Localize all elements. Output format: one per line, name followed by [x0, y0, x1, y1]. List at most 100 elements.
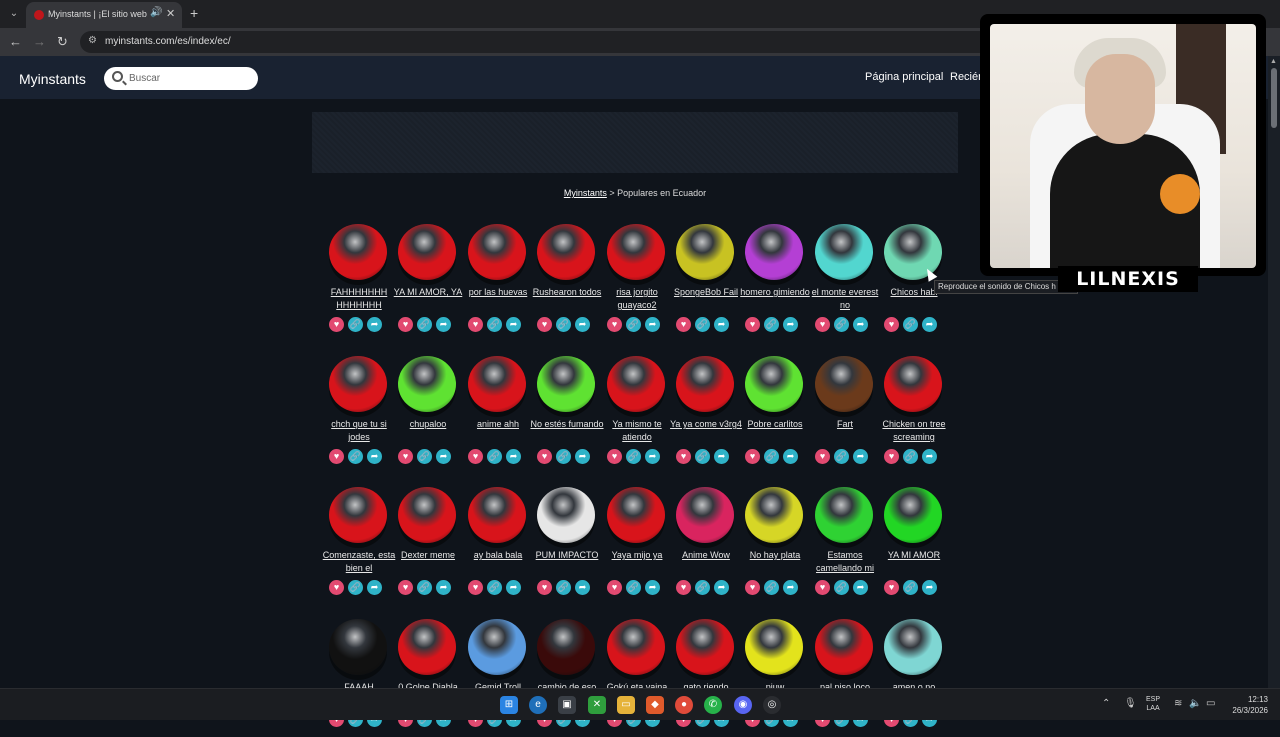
sound-play-button[interactable] [329, 224, 387, 280]
sound-play-button[interactable] [607, 487, 665, 543]
link-icon[interactable]: 🔗 [348, 449, 363, 464]
sound-play-button[interactable] [884, 619, 942, 675]
share-icon[interactable]: ➦ [436, 317, 451, 332]
breadcrumb-home-link[interactable]: Myinstants [564, 188, 607, 198]
share-icon[interactable]: ➦ [436, 580, 451, 595]
share-icon[interactable]: ➦ [783, 317, 798, 332]
sound-label[interactable]: chupaloo [389, 418, 467, 444]
favorite-icon[interactable]: ♥ [398, 449, 413, 464]
link-icon[interactable]: 🔗 [695, 449, 710, 464]
sound-play-button[interactable] [884, 356, 942, 412]
language-indicator[interactable]: ESP LAA [1146, 695, 1160, 713]
sound-play-button[interactable] [537, 619, 595, 675]
sound-label[interactable]: Anime Wow [667, 549, 745, 575]
favorite-icon[interactable]: ♥ [815, 580, 830, 595]
sound-play-button[interactable] [745, 619, 803, 675]
favorite-icon[interactable]: ♥ [398, 580, 413, 595]
sound-label[interactable]: Chicken on tree screaming [875, 418, 953, 444]
sound-label[interactable]: Pobre carlitos [736, 418, 814, 444]
favorite-icon[interactable]: ♥ [676, 580, 691, 595]
share-icon[interactable]: ➦ [506, 317, 521, 332]
reload-icon[interactable]: ↻ [57, 34, 68, 50]
share-icon[interactable]: ➦ [922, 317, 937, 332]
favorite-icon[interactable]: ♥ [468, 449, 483, 464]
sound-label[interactable]: Yaya mijo ya [598, 549, 676, 575]
tray-expand-icon[interactable]: ⌃ [1102, 698, 1110, 709]
favorite-icon[interactable]: ♥ [607, 317, 622, 332]
share-icon[interactable]: ➦ [436, 449, 451, 464]
share-icon[interactable]: ➦ [506, 449, 521, 464]
share-icon[interactable]: ➦ [922, 449, 937, 464]
share-icon[interactable]: ➦ [645, 580, 660, 595]
link-icon[interactable]: 🔗 [626, 317, 641, 332]
windows-start-icon[interactable]: ⊞ [500, 696, 518, 714]
link-icon[interactable]: 🔗 [903, 317, 918, 332]
link-icon[interactable]: 🔗 [348, 317, 363, 332]
favorite-icon[interactable]: ♥ [745, 580, 760, 595]
favorite-icon[interactable]: ♥ [676, 449, 691, 464]
sound-label[interactable]: Comenzaste, esta bien el [320, 549, 398, 575]
sound-label[interactable]: Dexter meme [389, 549, 467, 575]
sound-play-button[interactable] [398, 487, 456, 543]
scroll-thumb[interactable] [1271, 68, 1277, 128]
link-icon[interactable]: 🔗 [487, 317, 502, 332]
link-icon[interactable]: 🔗 [695, 317, 710, 332]
file-explorer-icon[interactable]: ▭ [617, 696, 635, 714]
favorite-icon[interactable]: ♥ [815, 449, 830, 464]
share-icon[interactable]: ➦ [645, 449, 660, 464]
discord-icon[interactable]: ◉ [734, 696, 752, 714]
sound-label[interactable]: por las huevas [459, 286, 537, 312]
sound-play-button[interactable] [745, 356, 803, 412]
link-icon[interactable]: 🔗 [834, 317, 849, 332]
link-icon[interactable]: 🔗 [764, 449, 779, 464]
favorite-icon[interactable]: ♥ [468, 580, 483, 595]
link-icon[interactable]: 🔗 [903, 449, 918, 464]
link-icon[interactable]: 🔗 [417, 449, 432, 464]
link-icon[interactable]: 🔗 [626, 580, 641, 595]
edge-icon[interactable]: e [529, 696, 547, 714]
sound-play-button[interactable] [676, 356, 734, 412]
search-input[interactable]: Buscar [104, 67, 258, 90]
brave-icon[interactable]: ◆ [646, 696, 664, 714]
sound-label[interactable]: Ya ya come v3rg4 [667, 418, 745, 444]
favorite-icon[interactable]: ♥ [537, 449, 552, 464]
back-icon[interactable]: ← [9, 34, 22, 49]
sound-label[interactable]: risa jorgito guayaco2 [598, 286, 676, 312]
sound-play-button[interactable] [815, 619, 873, 675]
favorite-icon[interactable]: ♥ [815, 317, 830, 332]
share-icon[interactable]: ➦ [506, 580, 521, 595]
sound-label[interactable]: YA MI AMOR [875, 549, 953, 575]
sound-play-button[interactable] [676, 619, 734, 675]
share-icon[interactable]: ➦ [853, 580, 868, 595]
link-icon[interactable]: 🔗 [834, 449, 849, 464]
favorite-icon[interactable]: ♥ [745, 449, 760, 464]
sound-play-button[interactable] [815, 487, 873, 543]
sound-play-button[interactable] [537, 356, 595, 412]
site-info-icon[interactable]: ⚙ [88, 35, 97, 46]
browser-tab[interactable]: Myinstants | ¡El sitio web de 🔊 ✕ [26, 2, 182, 28]
favorite-icon[interactable]: ♥ [607, 580, 622, 595]
share-icon[interactable]: ➦ [575, 449, 590, 464]
favorite-icon[interactable]: ♥ [745, 317, 760, 332]
link-icon[interactable]: 🔗 [556, 580, 571, 595]
sound-label[interactable]: chch que tu si jodes [320, 418, 398, 444]
sound-play-button[interactable] [607, 356, 665, 412]
xbox-icon[interactable]: ✕ [588, 696, 606, 714]
link-icon[interactable]: 🔗 [487, 580, 502, 595]
sound-play-button[interactable] [745, 487, 803, 543]
sound-label[interactable]: PUM IMPACTO [528, 549, 606, 575]
sound-label[interactable]: SpongeBob Fail [667, 286, 745, 312]
sound-play-button[interactable] [468, 356, 526, 412]
favorite-icon[interactable]: ♥ [537, 317, 552, 332]
sound-play-button[interactable] [815, 224, 873, 280]
favorite-icon[interactable]: ♥ [884, 449, 899, 464]
new-tab-icon[interactable]: + [190, 5, 198, 21]
sound-label[interactable]: No estés fumando [528, 418, 606, 444]
share-icon[interactable]: ➦ [575, 580, 590, 595]
share-icon[interactable]: ➦ [645, 317, 660, 332]
sound-label[interactable]: homero gimiendo [736, 286, 814, 312]
sound-label[interactable]: el monte everest no [806, 286, 884, 312]
sound-play-button[interactable] [884, 487, 942, 543]
share-icon[interactable]: ➦ [853, 449, 868, 464]
sound-label[interactable]: ay bala bala [459, 549, 537, 575]
